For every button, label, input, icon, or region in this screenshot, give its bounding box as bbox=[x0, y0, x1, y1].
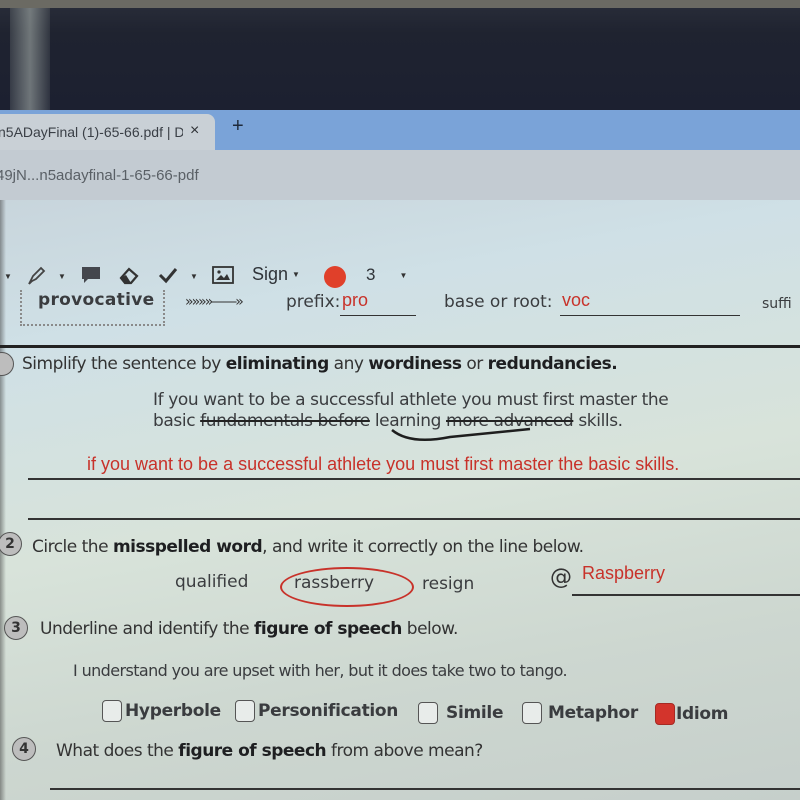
option-idiom[interactable]: Idiom bbox=[655, 703, 729, 725]
struck-text: fundamentals before bbox=[200, 411, 370, 431]
option-hyperbole[interactable]: Hyperbole bbox=[102, 700, 221, 722]
q2-prompt-bold: misspelled word bbox=[112, 537, 263, 557]
tab-title: n5ADayFinal (1)-65-66.pdf | D bbox=[0, 124, 183, 140]
q3-sentence: I understand you are upset with her, but… bbox=[73, 661, 568, 680]
q4-prompt-text: What does the bbox=[56, 741, 179, 761]
address-bar[interactable]: 49jN...n5adayfinal-1-65-66-pdf bbox=[0, 150, 800, 200]
word-choice: qualified bbox=[175, 572, 249, 592]
answer-line[interactable] bbox=[50, 788, 800, 790]
checkbox[interactable] bbox=[418, 702, 438, 724]
chevron-down-icon[interactable]: ▼ bbox=[4, 272, 12, 281]
ink-circle bbox=[280, 567, 414, 607]
highlighter-icon[interactable] bbox=[26, 264, 48, 286]
q1-prompt: Simplify the sentence by eliminating any… bbox=[22, 354, 618, 374]
q1-prompt-bold: redundancies. bbox=[487, 354, 618, 374]
cursor-arrow-icon: @ bbox=[550, 565, 572, 590]
q3-prompt-text: Underline and identify the bbox=[40, 619, 255, 639]
screen-glare bbox=[10, 8, 50, 110]
image-icon[interactable] bbox=[212, 266, 234, 284]
pen-size-value: 3 bbox=[366, 265, 376, 284]
option-simile[interactable]: Simile bbox=[418, 702, 503, 724]
root-label: base or root: bbox=[444, 292, 553, 312]
option-label: Simile bbox=[446, 703, 504, 723]
monitor-frame-edge bbox=[0, 0, 800, 8]
q2-answer[interactable]: Raspberry bbox=[582, 563, 665, 584]
vocab-word: provocative bbox=[38, 290, 155, 310]
option-label: Personification bbox=[258, 701, 399, 721]
checkbox-checked[interactable] bbox=[655, 703, 675, 725]
option-label: Hyperbole bbox=[125, 701, 221, 721]
q1-sentence-line1: If you want to be a successful athlete y… bbox=[153, 390, 669, 410]
new-tab-button[interactable]: + bbox=[232, 115, 244, 138]
arrow-icon: »»»»——» bbox=[185, 294, 244, 310]
monitor-bezel bbox=[0, 0, 800, 110]
comment-icon[interactable] bbox=[80, 264, 102, 286]
q2-prompt-text: Circle the bbox=[32, 537, 113, 557]
sign-label: Sign bbox=[252, 264, 289, 284]
option-personification[interactable]: Personification bbox=[235, 700, 398, 722]
section-divider bbox=[0, 345, 800, 348]
q4-prompt: What does the figure of speech from abov… bbox=[56, 741, 483, 761]
q4-prompt-bold: figure of speech bbox=[178, 741, 327, 761]
answer-line bbox=[572, 594, 800, 596]
browser-tab-strip: n5ADayFinal (1)-65-66.pdf | D × bbox=[0, 110, 800, 150]
ink-color-swatch[interactable] bbox=[324, 266, 346, 288]
prefix-label: prefix: bbox=[286, 292, 341, 312]
url-text: 49jN...n5adayfinal-1-65-66-pdf bbox=[0, 166, 199, 184]
pen-size-select[interactable]: 3 ▼ bbox=[366, 265, 407, 285]
answer-line bbox=[28, 478, 800, 480]
question-number-3: 3 bbox=[4, 616, 28, 640]
eraser-icon[interactable] bbox=[118, 265, 140, 285]
option-label: Idiom bbox=[676, 704, 729, 724]
q4-prompt-text: from above mean? bbox=[326, 741, 483, 761]
chevron-down-icon[interactable]: ▼ bbox=[58, 272, 66, 281]
q1-prompt-bold: eliminating bbox=[225, 354, 330, 374]
ink-underline-scribble bbox=[391, 427, 531, 442]
q1-prompt-bold: wordiness bbox=[368, 354, 462, 374]
chevron-down-icon[interactable]: ▼ bbox=[190, 272, 198, 281]
word-choice: resign bbox=[422, 574, 475, 594]
checkbox[interactable] bbox=[102, 700, 122, 722]
q3-prompt-bold: figure of speech bbox=[254, 619, 402, 639]
q3-prompt-text: below. bbox=[401, 619, 459, 639]
browser-tab-active[interactable]: n5ADayFinal (1)-65-66.pdf | D × bbox=[0, 114, 215, 150]
q3-prompt: Underline and identify the figure of spe… bbox=[40, 619, 458, 639]
option-metaphor[interactable]: Metaphor bbox=[522, 702, 638, 724]
sign-menu[interactable]: Sign ▼ bbox=[252, 264, 300, 285]
answer-line bbox=[28, 518, 800, 520]
option-label: Metaphor bbox=[548, 703, 638, 723]
figure-of-speech-options: Hyperbole Personification Simile Metapho… bbox=[0, 700, 800, 728]
vocab-row: provocative »»»»——» prefix: pro base or … bbox=[0, 288, 800, 328]
red-color-dot bbox=[324, 266, 346, 288]
q1-prompt-text: any bbox=[328, 354, 369, 374]
sentence-text: basic bbox=[153, 411, 201, 431]
checkbox[interactable] bbox=[235, 700, 255, 722]
q1-prompt-text: Simplify the sentence by bbox=[22, 354, 226, 374]
close-tab-icon[interactable]: × bbox=[190, 122, 199, 140]
q2-prompt-text: , and write it correctly on the line bel… bbox=[262, 537, 584, 557]
chevron-down-icon: ▼ bbox=[292, 270, 300, 279]
root-answer[interactable]: voc bbox=[560, 290, 740, 316]
checkbox[interactable] bbox=[522, 702, 542, 724]
prefix-answer[interactable]: pro bbox=[340, 290, 416, 316]
checkmark-icon[interactable] bbox=[158, 266, 178, 284]
q2-prompt: Circle the misspelled word, and write it… bbox=[32, 537, 584, 557]
question-number-4: 4 bbox=[12, 737, 36, 761]
suffix-label: suffi bbox=[762, 296, 792, 312]
chevron-down-icon: ▼ bbox=[399, 270, 408, 280]
q1-prompt-text: or bbox=[461, 354, 488, 374]
q1-answer[interactable]: if you want to be a successful athlete y… bbox=[87, 454, 679, 475]
